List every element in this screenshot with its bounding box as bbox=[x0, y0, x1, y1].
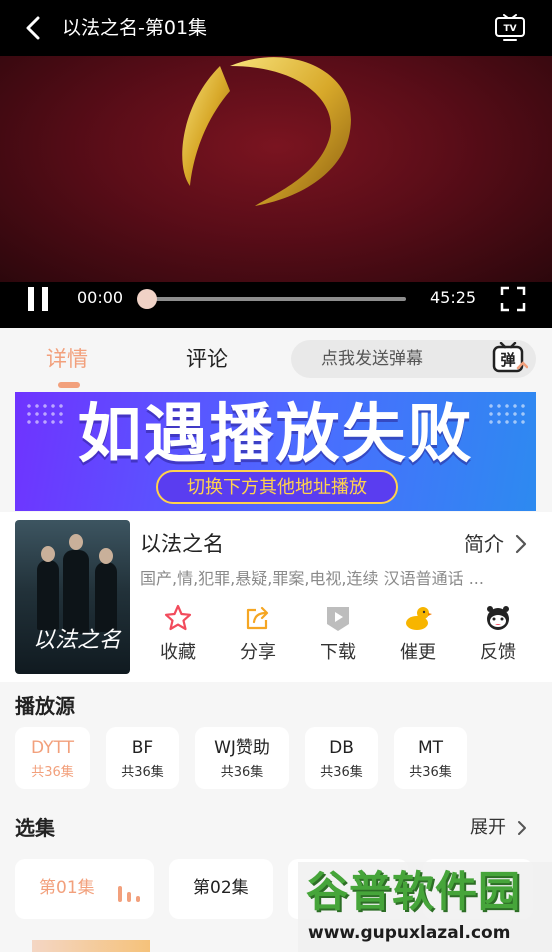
episodes-title: 选集 bbox=[15, 816, 55, 840]
source-count: 共36集 bbox=[409, 765, 452, 780]
danmu-toggle-icon[interactable]: 弹 bbox=[492, 342, 528, 376]
episode-item-01[interactable]: 第01集 bbox=[15, 859, 154, 919]
player-controls: 00:00 45:25 bbox=[0, 282, 552, 328]
top-bar: 以法之名-第01集 TV bbox=[0, 0, 552, 56]
tab-active-indicator bbox=[58, 382, 80, 388]
show-poster[interactable]: 以法之名 bbox=[15, 520, 130, 674]
share-icon bbox=[246, 606, 269, 630]
source-item-db[interactable]: DB 共36集 bbox=[305, 727, 378, 789]
show-tags: 国产,情,犯罪,悬疑,罪案,电视,连续 汉语普通话 ... bbox=[140, 569, 484, 588]
tab-details[interactable]: 详情 bbox=[46, 344, 88, 374]
download-button[interactable]: 下载 bbox=[308, 604, 368, 674]
video-player[interactable] bbox=[0, 56, 552, 282]
show-title: 以法之名 bbox=[140, 532, 224, 556]
equalizer-bar bbox=[136, 896, 140, 902]
source-item-bf[interactable]: BF 共36集 bbox=[106, 727, 179, 789]
poster-figure bbox=[63, 550, 89, 634]
video-frame-logo bbox=[182, 57, 351, 207]
pause-button[interactable] bbox=[26, 287, 52, 313]
video-title: 以法之名-第01集 bbox=[62, 17, 208, 39]
share-button[interactable]: 分享 bbox=[228, 604, 288, 674]
pause-bar bbox=[42, 287, 48, 311]
poster-figure bbox=[37, 560, 59, 630]
source-count: 共36集 bbox=[220, 765, 264, 780]
current-time: 00:00 bbox=[77, 288, 124, 307]
banner-subtext: 切换下方其他地址播放 bbox=[187, 477, 367, 498]
watermark-name: 谷普软件园 bbox=[306, 867, 522, 916]
banner-subtext-pill: 切换下方其他地址播放 bbox=[156, 470, 398, 504]
chevron-right-icon[interactable] bbox=[514, 534, 528, 554]
danmu-icon-text: 弹 bbox=[500, 351, 515, 369]
equalizer-bar bbox=[118, 886, 122, 902]
episode-item-02[interactable]: 第02集 bbox=[169, 859, 273, 919]
tv-cast-icon[interactable]: TV bbox=[494, 14, 526, 42]
progress-knob[interactable] bbox=[137, 289, 157, 309]
action-label: 分享 bbox=[240, 642, 276, 663]
episode-label: 第02集 bbox=[193, 878, 249, 898]
poster-figure-head bbox=[41, 546, 55, 562]
source-item-dytt[interactable]: DYTT 共36集 bbox=[15, 727, 90, 789]
source-name: DYTT bbox=[30, 738, 74, 758]
playback-tip-banner[interactable]: 如遇播放失败 切换下方其他地址播放 bbox=[15, 392, 536, 511]
feedback-button[interactable]: 反馈 bbox=[468, 604, 528, 674]
source-item-mt[interactable]: MT 共36集 bbox=[394, 727, 467, 789]
watermark-url: www.gupuxlazal.com bbox=[308, 923, 511, 943]
tab-comments[interactable]: 评论 bbox=[186, 344, 228, 374]
playing-equalizer-icon bbox=[118, 884, 144, 902]
source-name: DB bbox=[329, 738, 354, 758]
source-count: 共36集 bbox=[31, 765, 74, 780]
sources-title: 播放源 bbox=[15, 694, 75, 718]
total-time: 45:25 bbox=[430, 288, 477, 307]
source-name: MT bbox=[417, 738, 444, 758]
banner-headline: 如遇播放失败 bbox=[77, 398, 474, 472]
poster-figure bbox=[95, 562, 117, 632]
action-label: 下载 bbox=[320, 642, 356, 663]
urge-update-button[interactable]: 催更 bbox=[388, 604, 448, 674]
source-name: WJ赞助 bbox=[214, 738, 270, 758]
action-label: 反馈 bbox=[480, 642, 516, 663]
show-info-card: 以法之名 以法之名 简介 国产,情,犯罪,悬疑,罪案,电视,连续 汉语普通话 .… bbox=[0, 512, 552, 682]
chevron-right-icon[interactable] bbox=[516, 820, 528, 836]
action-label: 催更 bbox=[400, 642, 436, 663]
progress-track[interactable] bbox=[146, 297, 406, 301]
watermark: 谷普软件园 www.gupuxlazal.com bbox=[298, 862, 552, 952]
download-icon bbox=[327, 607, 349, 631]
equalizer-bar bbox=[127, 892, 131, 902]
svg-text:TV: TV bbox=[503, 24, 516, 34]
episode-label: 第01集 bbox=[39, 878, 95, 898]
duck-icon bbox=[406, 607, 432, 630]
star-icon bbox=[164, 604, 192, 631]
poster-figure-head bbox=[99, 548, 113, 564]
pause-bar bbox=[28, 287, 34, 311]
intro-link[interactable]: 简介 bbox=[464, 530, 504, 558]
danmu-placeholder: 点我发送弹幕 bbox=[321, 349, 423, 369]
action-label: 收藏 bbox=[160, 642, 196, 663]
feedback-icon bbox=[487, 606, 509, 630]
next-card-preview bbox=[32, 940, 150, 952]
source-name: BF bbox=[131, 738, 154, 758]
poster-figure-head bbox=[69, 534, 83, 550]
back-arrow-icon[interactable] bbox=[22, 16, 46, 40]
poster-title: 以法之名 bbox=[33, 628, 122, 653]
source-item-wj[interactable]: WJ赞助 共36集 bbox=[195, 727, 289, 789]
favorite-button[interactable]: 收藏 bbox=[148, 604, 208, 674]
source-count: 共36集 bbox=[320, 765, 363, 780]
source-count: 共36集 bbox=[121, 765, 164, 780]
detail-tabs: 详情 评论 点我发送弹幕 弹 bbox=[0, 328, 552, 390]
fullscreen-icon[interactable] bbox=[500, 286, 526, 312]
expand-episodes-button[interactable]: 展开 bbox=[470, 815, 506, 841]
